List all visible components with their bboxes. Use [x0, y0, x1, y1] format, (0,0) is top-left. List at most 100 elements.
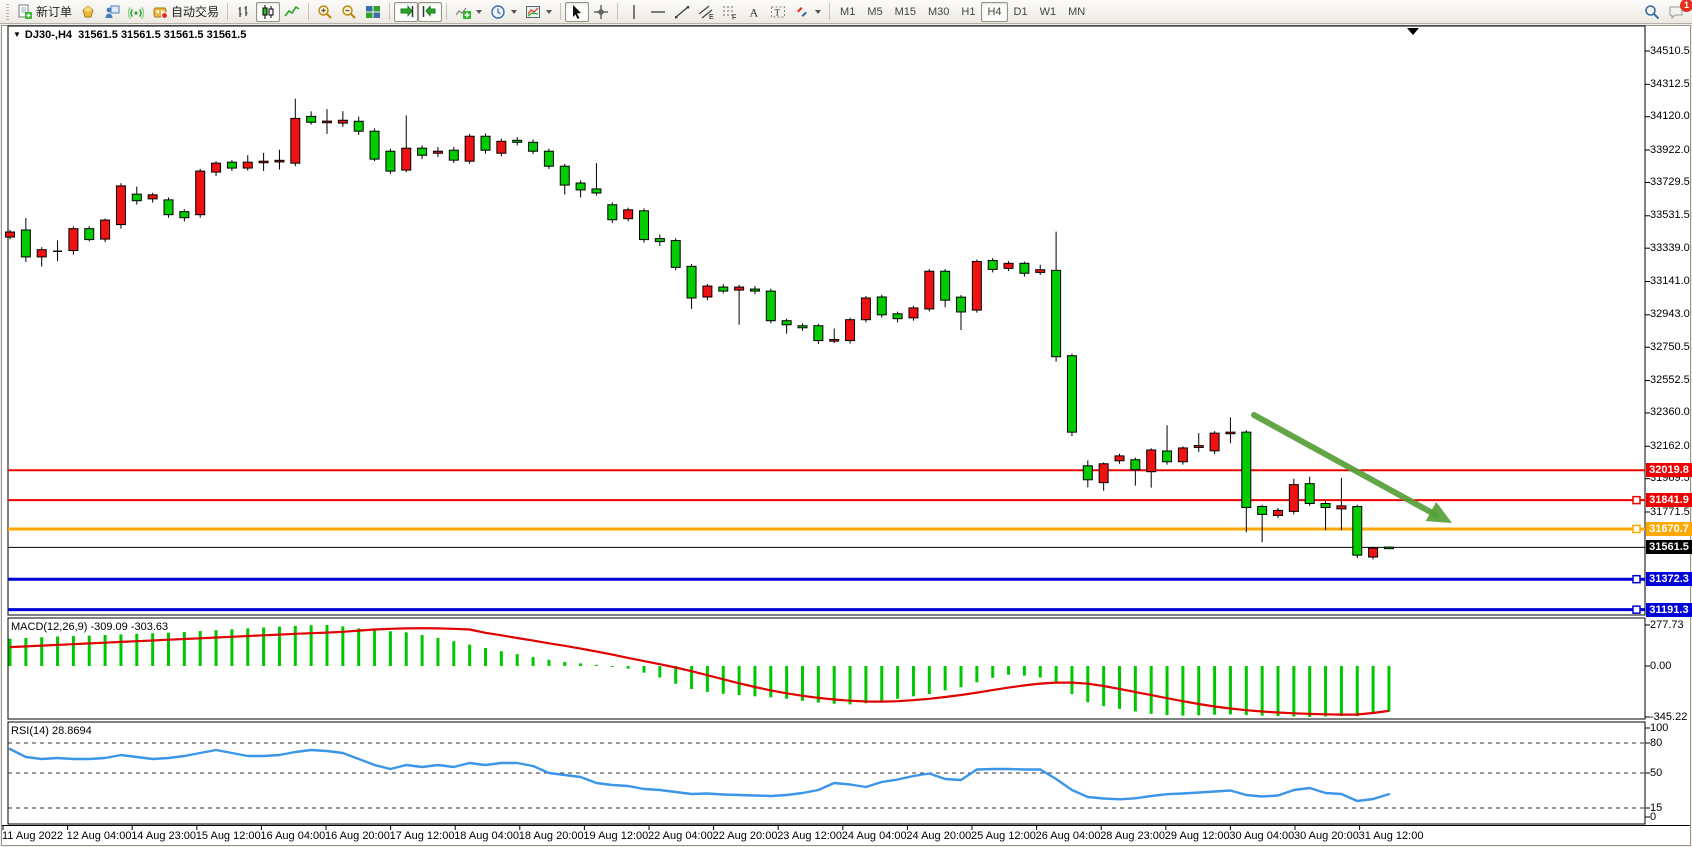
candle[interactable]	[1321, 504, 1330, 508]
candle[interactable]	[1099, 464, 1108, 483]
candle[interactable]	[402, 148, 411, 170]
candle[interactable]	[861, 298, 870, 320]
candle[interactable]	[1131, 460, 1140, 470]
candle[interactable]	[750, 289, 759, 291]
candle[interactable]	[259, 161, 268, 163]
chart-shift-button[interactable]	[418, 2, 442, 22]
candle[interactable]	[687, 266, 696, 298]
candle-doji[interactable]	[53, 251, 62, 252]
candle[interactable]	[116, 186, 125, 225]
candle[interactable]	[85, 229, 94, 240]
chevron-down-icon[interactable]	[511, 10, 517, 14]
bar-chart-button[interactable]	[232, 2, 256, 22]
candle[interactable]	[592, 189, 601, 193]
candle[interactable]	[212, 163, 221, 172]
candle[interactable]	[1369, 548, 1378, 557]
candle[interactable]	[798, 326, 807, 328]
candle[interactable]	[433, 151, 442, 153]
new-order-button[interactable]: 新订单	[13, 2, 76, 22]
candle[interactable]	[1147, 450, 1156, 472]
text-button[interactable]: A	[742, 2, 766, 22]
candle[interactable]	[1305, 484, 1314, 504]
timeframe-m5-button[interactable]: M5	[861, 2, 888, 22]
candle[interactable]	[243, 162, 252, 168]
indicators-button[interactable]	[451, 2, 486, 22]
trendline-button[interactable]	[670, 2, 694, 22]
chevron-down-icon[interactable]	[476, 10, 482, 14]
candle[interactable]	[957, 297, 966, 312]
candle[interactable]	[354, 121, 363, 131]
candle[interactable]	[386, 151, 395, 171]
candle[interactable]	[576, 183, 585, 190]
candle[interactable]	[132, 194, 141, 201]
candle[interactable]	[164, 200, 173, 215]
timeframe-w1-button[interactable]: W1	[1034, 2, 1063, 22]
chart-canvas[interactable]	[0, 0, 1692, 847]
candle[interactable]	[1242, 432, 1251, 507]
candle[interactable]	[307, 116, 316, 122]
horizontal-line-button[interactable]	[646, 2, 670, 22]
chat-button[interactable]: 1	[1664, 2, 1688, 22]
candle[interactable]	[1353, 507, 1362, 556]
price-line-handle[interactable]	[1633, 606, 1640, 613]
candle[interactable]	[972, 261, 981, 310]
timeframe-h1-button[interactable]: H1	[955, 2, 981, 22]
chevron-down-icon[interactable]	[815, 10, 821, 14]
candle[interactable]	[37, 250, 46, 257]
candle[interactable]	[529, 142, 538, 151]
candle[interactable]	[338, 120, 347, 123]
candle[interactable]	[893, 314, 902, 319]
candle[interactable]	[655, 239, 664, 242]
candle[interactable]	[370, 131, 379, 159]
equidistant-channel-button[interactable]: E	[694, 2, 718, 22]
candle[interactable]	[1194, 446, 1203, 448]
candle[interactable]	[735, 287, 744, 290]
candle[interactable]	[830, 340, 839, 342]
candle[interactable]	[196, 171, 205, 215]
candle[interactable]	[1020, 263, 1029, 273]
candle[interactable]	[782, 321, 791, 325]
candle[interactable]	[21, 230, 30, 257]
candle[interactable]	[814, 326, 823, 341]
candle[interactable]	[909, 308, 918, 318]
candle[interactable]	[1384, 547, 1393, 549]
candle[interactable]	[1004, 263, 1013, 268]
candle[interactable]	[1274, 510, 1283, 515]
candle[interactable]	[1036, 270, 1045, 273]
tile-windows-button[interactable]	[361, 2, 385, 22]
search-button[interactable]	[1640, 2, 1664, 22]
candle[interactable]	[291, 118, 300, 163]
candle[interactable]	[703, 286, 712, 297]
zoom-in-button[interactable]	[313, 2, 337, 22]
candle[interactable]	[1115, 456, 1124, 461]
price-line-handle[interactable]	[1633, 576, 1640, 583]
candle[interactable]	[877, 297, 886, 315]
candle[interactable]	[719, 287, 728, 291]
auto-trading-button[interactable]: 自动交易	[148, 2, 223, 22]
candle[interactable]	[560, 166, 569, 185]
candle[interactable]	[1289, 485, 1298, 512]
periods-button[interactable]	[486, 2, 521, 22]
candle[interactable]	[227, 162, 236, 168]
candle[interactable]	[449, 150, 458, 160]
candle[interactable]	[1163, 451, 1172, 462]
candle[interactable]	[544, 151, 553, 166]
profile-button[interactable]	[76, 2, 100, 22]
fibonacci-button[interactable]: F	[718, 2, 742, 22]
candle[interactable]	[1210, 433, 1219, 451]
candle[interactable]	[1178, 448, 1187, 462]
candlestick-button[interactable]	[256, 2, 280, 22]
timeframe-m1-button[interactable]: M1	[834, 2, 861, 22]
candle[interactable]	[418, 148, 427, 155]
candle[interactable]	[69, 229, 78, 251]
templates-button[interactable]	[521, 2, 556, 22]
line-chart-button[interactable]	[280, 2, 304, 22]
timeframe-m15-button[interactable]: M15	[889, 2, 922, 22]
zoom-out-button[interactable]	[337, 2, 361, 22]
candle[interactable]	[513, 140, 522, 142]
candle[interactable]	[608, 205, 617, 220]
candle[interactable]	[640, 211, 649, 240]
crosshair-button[interactable]	[589, 2, 613, 22]
candle[interactable]	[766, 291, 775, 321]
candle[interactable]	[180, 212, 189, 218]
